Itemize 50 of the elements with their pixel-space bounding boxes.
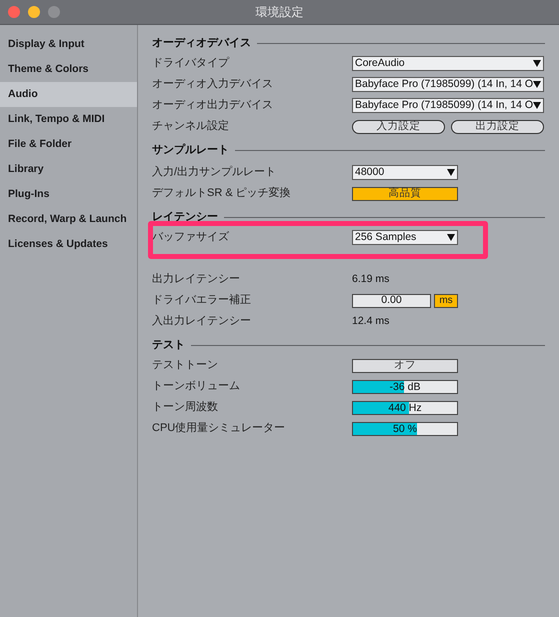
dropdown-arrow-icon xyxy=(447,169,455,176)
sidebar-item[interactable]: Audio xyxy=(0,82,137,107)
section-heading: サンプルレート xyxy=(152,142,229,158)
window-title: 環境設定 xyxy=(256,4,304,21)
section-heading: テスト xyxy=(152,338,185,353)
setting-label: ドライバエラー補正 xyxy=(152,293,252,308)
setting-label: オーディオ入力デバイス xyxy=(152,77,274,92)
setting-label: 入力/出力サンプルレート xyxy=(152,164,278,180)
dropdown[interactable]: 256 Samples xyxy=(352,230,458,245)
setting-label: ドライバタイプ xyxy=(152,56,230,72)
setting-label: トーン周波数 xyxy=(152,400,219,416)
dropdown[interactable]: Babyface Pro (71985099) (14 In, 14 O xyxy=(352,98,544,113)
sidebar-item[interactable]: File & Folder xyxy=(0,132,137,157)
latency-value: 12.4 ms xyxy=(352,314,390,329)
latency-value: 6.19 ms xyxy=(352,272,390,287)
window-control-icon[interactable] xyxy=(28,6,40,18)
sidebar-item[interactable]: Licenses & Updates xyxy=(0,232,137,257)
sidebar-item[interactable]: Theme & Colors xyxy=(0,57,137,82)
toggle-button[interactable]: 高品質 xyxy=(352,186,458,200)
setting-label: CPU使用量シミュレーター xyxy=(152,421,286,436)
section-heading: レイテンシー xyxy=(152,210,218,225)
number-field[interactable]: 0.00 xyxy=(352,294,431,308)
sidebar-item[interactable]: Library xyxy=(0,157,137,182)
dropdown-arrow-icon xyxy=(533,102,542,109)
sidebar-item[interactable]: Link, Tempo & MIDI xyxy=(0,107,137,132)
setting-label: 入出力レイテンシー xyxy=(152,314,252,330)
dropdown-arrow-icon xyxy=(533,81,542,88)
slider[interactable]: 50 % xyxy=(352,422,458,436)
setting-label: テストトーン xyxy=(152,358,219,374)
channel-settings-button[interactable]: 入力設定 xyxy=(352,120,445,134)
setting-label: トーンボリューム xyxy=(152,379,241,394)
dropdown-arrow-icon xyxy=(533,60,541,67)
window-control-icon[interactable] xyxy=(8,6,20,18)
dropdown[interactable]: 48000 xyxy=(352,165,458,180)
window-control-icon[interactable] xyxy=(48,6,60,18)
slider[interactable]: 440 Hz xyxy=(352,400,458,414)
setting-label: デフォルトSR & ピッチ変換 xyxy=(152,186,292,202)
setting-label: オーディオ出力デバイス xyxy=(152,98,274,114)
dropdown[interactable]: Babyface Pro (71985099) (14 In, 14 O xyxy=(352,77,544,92)
section-heading: オーディオデバイス xyxy=(152,36,251,51)
dropdown[interactable]: CoreAudio xyxy=(352,56,544,71)
sidebar-item[interactable]: Record, Warp & Launch xyxy=(0,207,137,232)
setting-label: チャンネル設定 xyxy=(152,118,230,134)
setting-label: 出力レイテンシー xyxy=(152,272,241,288)
sidebar-item[interactable]: Display & Input xyxy=(0,32,137,57)
unit-button[interactable]: ms xyxy=(434,294,458,308)
channel-settings-button[interactable]: 出力設定 xyxy=(451,120,544,134)
toggle-button[interactable]: オフ xyxy=(352,358,458,372)
dropdown-arrow-icon xyxy=(447,234,455,241)
sidebar-item[interactable]: Plug-Ins xyxy=(0,182,137,207)
